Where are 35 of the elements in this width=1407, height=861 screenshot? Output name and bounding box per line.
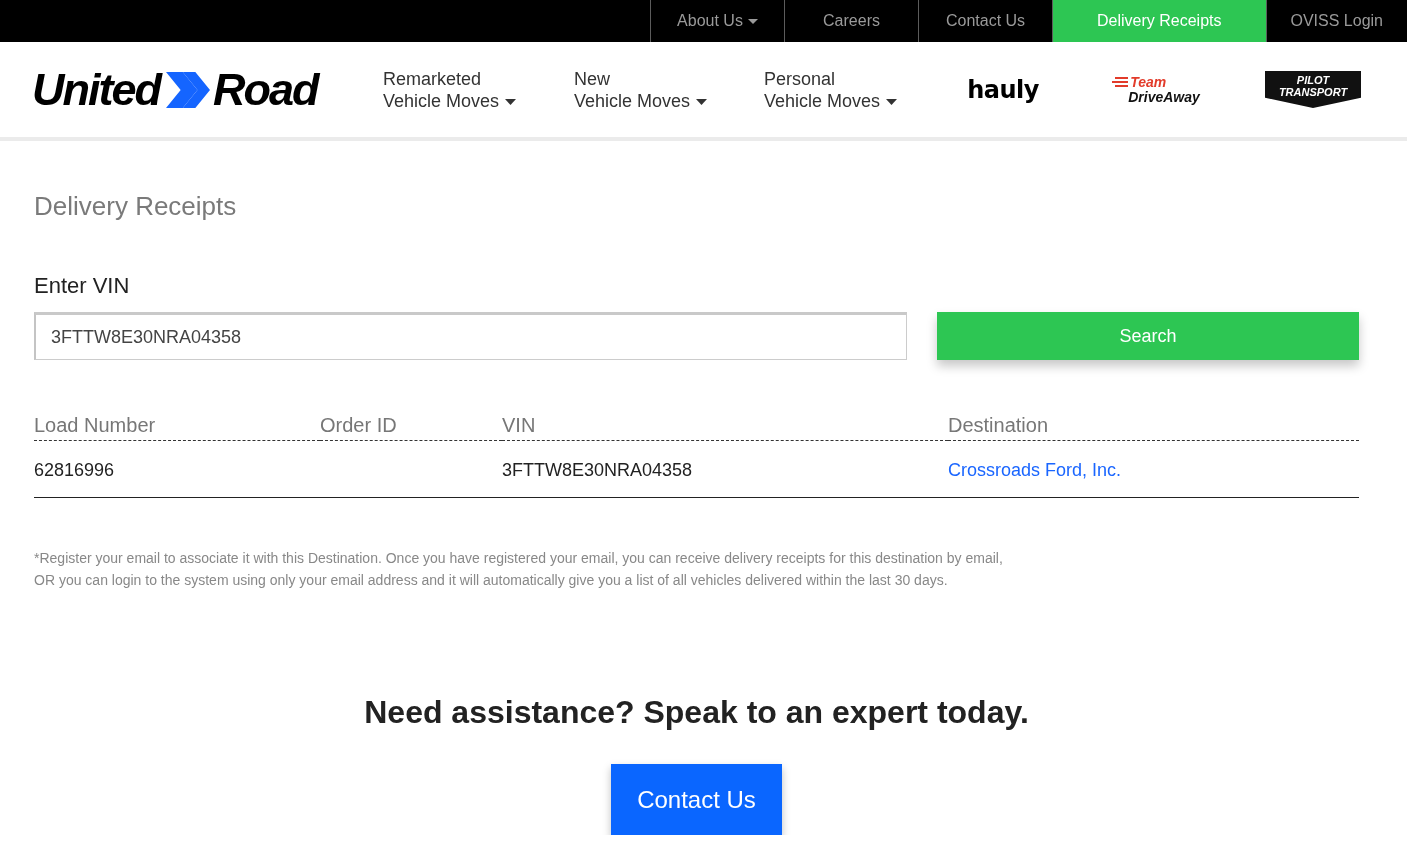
top-nav-link[interactable]: About Us (650, 0, 784, 42)
caret-icon (747, 18, 758, 24)
note-text: *Register your email to associate it with this Destination. Once you have registered your email, you can receive delivery receipts for this destination by email, OR you can login to the system using only your email address and it will automatically give you a list of all vehicles delivered within the last 30 days. (34, 549, 1004, 590)
caret-icon (505, 98, 517, 105)
table-cell: 3FTTW8E30NRA04358 (502, 460, 693, 480)
logo-wordmark: TRANSPORT (1278, 86, 1348, 98)
logo-wordmark: United (32, 67, 163, 112)
partner-logo[interactable]: hauly (967, 77, 1039, 102)
page-title: Delivery Receipts (34, 190, 238, 222)
partner-logo[interactable]: Team DriveAway (1112, 74, 1200, 105)
chevron-icon (166, 71, 210, 108)
logo-wordmark: Team (1130, 74, 1167, 90)
logo-wordmark: PILOT (1296, 74, 1330, 86)
logo-wordmark: DriveAway (1128, 89, 1200, 105)
column-header: Destination (948, 412, 1359, 441)
column-header: VIN (502, 412, 948, 441)
caret-icon (886, 98, 898, 105)
partner-logo[interactable]: PILOT TRANSPORT (1265, 71, 1361, 108)
caret-icon (696, 98, 708, 105)
column-header: Order ID (320, 412, 502, 441)
nav-link[interactable]: Remarketed Vehicle Moves (383, 67, 517, 112)
contact-button[interactable]: Contact Us (611, 764, 782, 835)
site-logo[interactable]: United Road (32, 67, 322, 112)
destination-link[interactable]: Crossroads Ford, Inc. (948, 460, 1122, 480)
top-nav-link[interactable]: OVISS Login (1265, 0, 1407, 42)
speed-lines-icon (1112, 77, 1129, 87)
nav-link[interactable]: Personal Vehicle Moves (764, 67, 898, 112)
logo-wordmark: Road (213, 67, 321, 112)
top-nav-link[interactable]: Careers (784, 0, 918, 42)
vin-input-field[interactable]: 3FTTW8E30NRA04358 (34, 312, 907, 360)
column-header: Load Number (34, 412, 320, 441)
nav-link[interactable]: New Vehicle Moves (574, 67, 708, 112)
cta-heading: Need assistance? Speak to an expert today. (364, 693, 1029, 732)
field-label: Enter VIN (34, 272, 131, 300)
table-cell: 62816996 (34, 460, 115, 480)
